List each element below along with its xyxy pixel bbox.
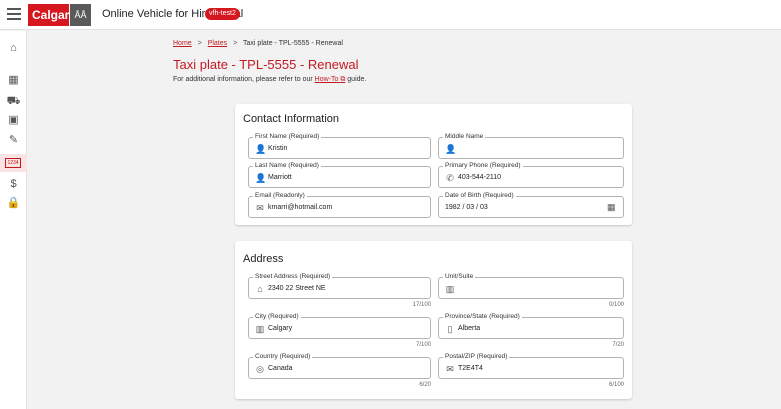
dollar-icon[interactable]: $ <box>6 177 21 191</box>
unit-suite-counter: 0/100 <box>608 302 624 308</box>
city-field[interactable]: City (Required) ▥ Calgary <box>248 313 431 339</box>
street-address-label: Street Address (Required) <box>253 273 333 281</box>
calendar-icon[interactable]: ▦ <box>607 202 617 212</box>
external-link-icon: ⧉ <box>340 76 346 83</box>
first-name-label: First Name (Required) <box>253 133 322 141</box>
person-icon: 👤 <box>255 173 267 183</box>
middle-name-label: Middle Name <box>443 133 486 141</box>
unit-suite-field[interactable]: Unit/Suite ▥ <box>438 273 624 299</box>
city-crest-logo: ÅÅ <box>70 4 91 26</box>
environment-badge: vfh-test2 <box>205 8 240 20</box>
first-name-value: Kristin <box>268 145 288 152</box>
country-counter: 6/20 <box>419 382 431 388</box>
city-label: City (Required) <box>253 313 301 321</box>
wrench-icon[interactable]: ✎ <box>6 133 21 147</box>
contact-information-card: Contact Information First Name (Required… <box>235 104 632 225</box>
province-state-value: Alberta <box>458 325 481 332</box>
last-name-field[interactable]: Last Name (Required) 👤 Marriott <box>248 162 431 188</box>
business-icon[interactable]: ▦ <box>6 73 21 87</box>
street-address-value: 2340 22 Street NE <box>268 285 326 292</box>
person-icon: 👤 <box>445 144 457 154</box>
postal-zip-label: Postal/ZIP (Required) <box>443 353 510 361</box>
postal-zip-counter: 6/100 <box>608 382 624 388</box>
menu-icon[interactable] <box>7 8 21 22</box>
date-of-birth-field[interactable]: Date of Birth (Required) 1982 / 03 / 03 … <box>438 192 624 218</box>
postal-zip-value: T2E4T4 <box>458 365 483 372</box>
street-address-field[interactable]: Street Address (Required) ⌂ 2340 22 Stre… <box>248 273 431 299</box>
date-of-birth-value: 1982 / 03 / 03 <box>445 204 488 211</box>
mailbox-icon: ✉ <box>446 364 454 374</box>
phone-icon: ✆ <box>446 173 454 183</box>
primary-phone-value: 403-544-2110 <box>458 174 502 181</box>
province-state-label: Province/State (Required) <box>443 313 522 321</box>
country-value: Canada <box>268 365 293 372</box>
email-value: kmarri@hotmail.com <box>268 204 333 211</box>
city-value: Calgary <box>268 325 293 332</box>
breadcrumb: Home > Plates > Taxi plate - TPL-5555 - … <box>173 40 343 47</box>
last-name-value: Marriott <box>268 174 292 181</box>
home-icon[interactable]: ⌂ <box>6 41 21 55</box>
person-icon: 👤 <box>255 144 267 154</box>
date-of-birth-label: Date of Birth (Required) <box>443 192 516 200</box>
province-state-field[interactable]: Province/State (Required) ▯ Alberta <box>438 313 624 339</box>
breadcrumb-separator: > <box>197 40 202 47</box>
page-title: Taxi plate - TPL-5555 - Renewal <box>173 57 359 72</box>
country-field[interactable]: Country (Required) ◎ Canada <box>248 353 431 379</box>
car-icon[interactable]: ⛟ <box>6 94 21 108</box>
street-address-counter: 17/100 <box>412 302 431 308</box>
subtitle-suffix: guide. <box>347 76 367 83</box>
plate-icon: 1234 <box>5 158 21 168</box>
building-icon: ▥ <box>445 284 455 294</box>
how-to-link[interactable]: How-To ⧉ <box>315 76 346 83</box>
subtitle-prefix: For additional information, please refer… <box>173 76 313 83</box>
map-icon: ▯ <box>447 324 453 334</box>
city-counter: 7/100 <box>415 342 431 348</box>
home-icon: ⌂ <box>257 284 263 294</box>
contact-section-title: Contact Information <box>243 113 339 125</box>
address-section-title: Address <box>243 253 284 265</box>
email-icon: ✉ <box>256 203 264 213</box>
primary-phone-label: Primary Phone (Required) <box>443 162 523 170</box>
globe-icon: ◎ <box>256 364 264 374</box>
breadcrumb-current: Taxi plate - TPL-5555 - Renewal <box>243 40 343 47</box>
city-icon: ▥ <box>255 324 265 334</box>
lock-icon[interactable]: 🔒 <box>6 196 21 210</box>
transit-icon[interactable]: ▣ <box>6 113 21 127</box>
breadcrumb-separator: > <box>233 40 238 47</box>
address-card: Address Street Address (Required) ⌂ 2340… <box>235 241 632 399</box>
sidebar-item-plates[interactable]: 1234 <box>0 154 27 172</box>
postal-zip-field[interactable]: Postal/ZIP (Required) ✉ T2E4T4 <box>438 353 624 379</box>
province-state-counter: 7/20 <box>612 342 624 348</box>
calgary-logo[interactable]: Calgary <box>28 4 76 26</box>
sidebar: ⌂ ▦ ⛟ ▣ ✎ 1234 $ 🔒 <box>0 31 27 409</box>
primary-phone-field[interactable]: Primary Phone (Required) ✆ 403-544-2110 <box>438 162 624 188</box>
email-label: Email (Readonly) <box>253 192 307 200</box>
country-label: Country (Required) <box>253 353 313 361</box>
top-app-bar: Calgary ÅÅ Online Vehicle for Hire Porta… <box>0 0 781 30</box>
middle-name-field[interactable]: Middle Name 👤 <box>438 133 624 159</box>
email-field: Email (Readonly) ✉ kmarri@hotmail.com <box>248 192 431 218</box>
breadcrumb-home[interactable]: Home <box>173 40 192 47</box>
last-name-label: Last Name (Required) <box>253 162 321 170</box>
unit-suite-label: Unit/Suite <box>443 273 476 281</box>
first-name-field[interactable]: First Name (Required) 👤 Kristin <box>248 133 431 159</box>
page-subtitle: For additional information, please refer… <box>173 76 366 84</box>
how-to-link-label: How-To <box>314 76 339 83</box>
breadcrumb-plates[interactable]: Plates <box>208 40 227 47</box>
